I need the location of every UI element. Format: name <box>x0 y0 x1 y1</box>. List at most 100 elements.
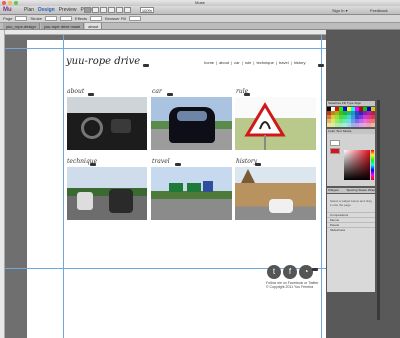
crop-tool-icon[interactable] <box>92 7 99 13</box>
car-windshield-shape <box>177 111 207 121</box>
rectangle-tool-icon[interactable] <box>108 7 115 13</box>
widget-tag-icon[interactable] <box>255 163 261 166</box>
steering-wheel-shape <box>81 117 103 139</box>
nav-rule[interactable]: rule <box>245 60 252 65</box>
muse-logo: Mu <box>3 7 12 13</box>
panel-scrollbar[interactable] <box>377 100 380 320</box>
highway-sign-shape <box>203 181 213 192</box>
sign-in-button[interactable]: Sign In ▾ <box>332 7 348 14</box>
color-swatch[interactable] <box>371 123 375 127</box>
tab-align[interactable]: Align <box>354 101 361 106</box>
app-window: Muse Mu Plan Design Preview Publish 100%… <box>0 0 400 338</box>
footer-text: Follow me on Facebook or Twitter © Copyr… <box>266 281 326 289</box>
widget-tag-icon[interactable] <box>88 93 94 96</box>
nav-history[interactable]: history <box>294 60 306 65</box>
photo-highway-signs[interactable] <box>151 167 232 220</box>
highway-sign-shape <box>187 183 201 192</box>
nav-technique[interactable]: technique <box>256 60 273 65</box>
page-select[interactable] <box>15 16 28 21</box>
nav-travel[interactable]: travel <box>279 60 289 65</box>
nav-separator: | <box>241 60 243 65</box>
tab-states[interactable]: States <box>358 188 367 193</box>
widgets-hint-text: Select a widget below and drag it onto t… <box>330 199 372 207</box>
tower-roof-shape <box>241 169 255 183</box>
photo-car-interior[interactable] <box>67 97 147 150</box>
nav-car[interactable]: car <box>234 60 240 65</box>
hand-tool-icon[interactable] <box>116 7 123 13</box>
page-label: Page <box>3 15 13 21</box>
hue-slider[interactable] <box>371 150 374 180</box>
tab-site-plan[interactable]: yuu_rope-design <box>3 23 40 29</box>
nav-separator: | <box>290 60 292 65</box>
swatches-panel-tabs: Swatches Fill Type Align <box>327 101 375 106</box>
widget-tag-icon[interactable] <box>167 93 173 96</box>
feedback-button[interactable]: Feedback <box>370 7 388 14</box>
photo-traffic-cars[interactable] <box>67 167 147 220</box>
section-label-travel: travel <box>152 158 170 165</box>
mode-preview[interactable]: Preview <box>59 7 77 14</box>
swatch-grid[interactable] <box>327 107 375 127</box>
site-title: yuu-rope drive <box>66 56 141 67</box>
color-picker[interactable] <box>344 150 370 180</box>
widget-tag-icon[interactable] <box>244 93 250 96</box>
tab-fill[interactable]: Fill <box>342 101 346 106</box>
section-label-about: about <box>67 88 85 95</box>
dashboard-shape <box>111 119 131 133</box>
zoom-level[interactable]: 100% <box>140 7 154 13</box>
car-shape <box>77 192 93 210</box>
widget-tag-icon[interactable] <box>318 64 324 67</box>
photo-road-sign[interactable] <box>235 97 316 150</box>
tab-spacing[interactable]: Spacing <box>347 188 358 193</box>
section-label-car: car <box>152 88 162 95</box>
photo-black-car[interactable] <box>151 97 232 150</box>
facebook-icon[interactable]: f <box>283 265 297 279</box>
section-label-history: history <box>236 158 258 165</box>
guide-line[interactable] <box>321 35 322 338</box>
car-shape <box>109 189 133 213</box>
tab-wrap[interactable]: Wrap <box>368 188 375 193</box>
nav-home[interactable]: home <box>204 60 214 65</box>
mode-design[interactable]: Design <box>38 7 55 14</box>
white-car-shape <box>269 199 293 213</box>
nav-separator: | <box>275 60 277 65</box>
site-nav: home | about | car | rule | technique | … <box>204 60 305 65</box>
stroke-swatch-box[interactable] <box>330 148 340 154</box>
footer-copyright-text: © Copyright 2011 Yuu Ferreira <box>266 285 314 289</box>
tab-type[interactable]: Type <box>347 101 354 106</box>
rss-icon[interactable]: ◔ <box>299 265 313 279</box>
guide-line[interactable] <box>63 35 64 338</box>
tab-muse-file[interactable]: yuu-rope drive.muse <box>40 23 85 29</box>
tab-about[interactable]: about <box>85 23 103 29</box>
photo-old-town[interactable] <box>235 167 316 220</box>
highway-sign-shape <box>169 183 183 192</box>
widget-tag-icon[interactable] <box>312 268 318 271</box>
text-tool-icon[interactable] <box>100 7 107 13</box>
fill-swatch-box[interactable] <box>330 140 340 146</box>
widget-category-slideshows[interactable]: Slideshows <box>327 227 375 232</box>
widget-tag-icon[interactable] <box>90 163 96 166</box>
control-bar: Page Stroke Effects Browser Fill <box>0 15 400 23</box>
widgets-panel-tabs: Widgets Library Spacing States Wrap <box>327 188 375 197</box>
zoom-tool-icon[interactable] <box>124 7 131 13</box>
widget-tag-icon[interactable] <box>143 64 149 67</box>
twitter-icon[interactable]: t <box>267 265 281 279</box>
browser-fill-input[interactable] <box>128 16 141 21</box>
nav-separator: | <box>231 60 233 65</box>
fill-input[interactable] <box>59 16 72 21</box>
selection-tool-icon[interactable] <box>84 7 91 13</box>
warning-sign-shape <box>244 102 286 150</box>
mode-plan[interactable]: Plan <box>24 7 34 14</box>
stroke-input[interactable] <box>44 16 57 21</box>
stroke-label: Stroke <box>30 15 42 21</box>
app-toolbar: Mu Plan Design Preview Publish 100% Sign… <box>0 6 400 15</box>
effects-label: Effects <box>74 15 88 21</box>
social-icons: t f ◔ <box>267 265 313 279</box>
widget-tag-icon[interactable] <box>175 163 181 166</box>
tab-widgets-library[interactable]: Widgets Library <box>328 188 346 197</box>
document-tabs: yuu_rope-design yuu-rope drive.muse abou… <box>0 23 400 30</box>
nav-about[interactable]: about <box>219 60 229 65</box>
tool-group <box>84 7 131 13</box>
tab-swatches[interactable]: Swatches <box>328 101 341 106</box>
effects-input[interactable] <box>90 16 103 21</box>
guide-line[interactable] <box>5 48 326 49</box>
